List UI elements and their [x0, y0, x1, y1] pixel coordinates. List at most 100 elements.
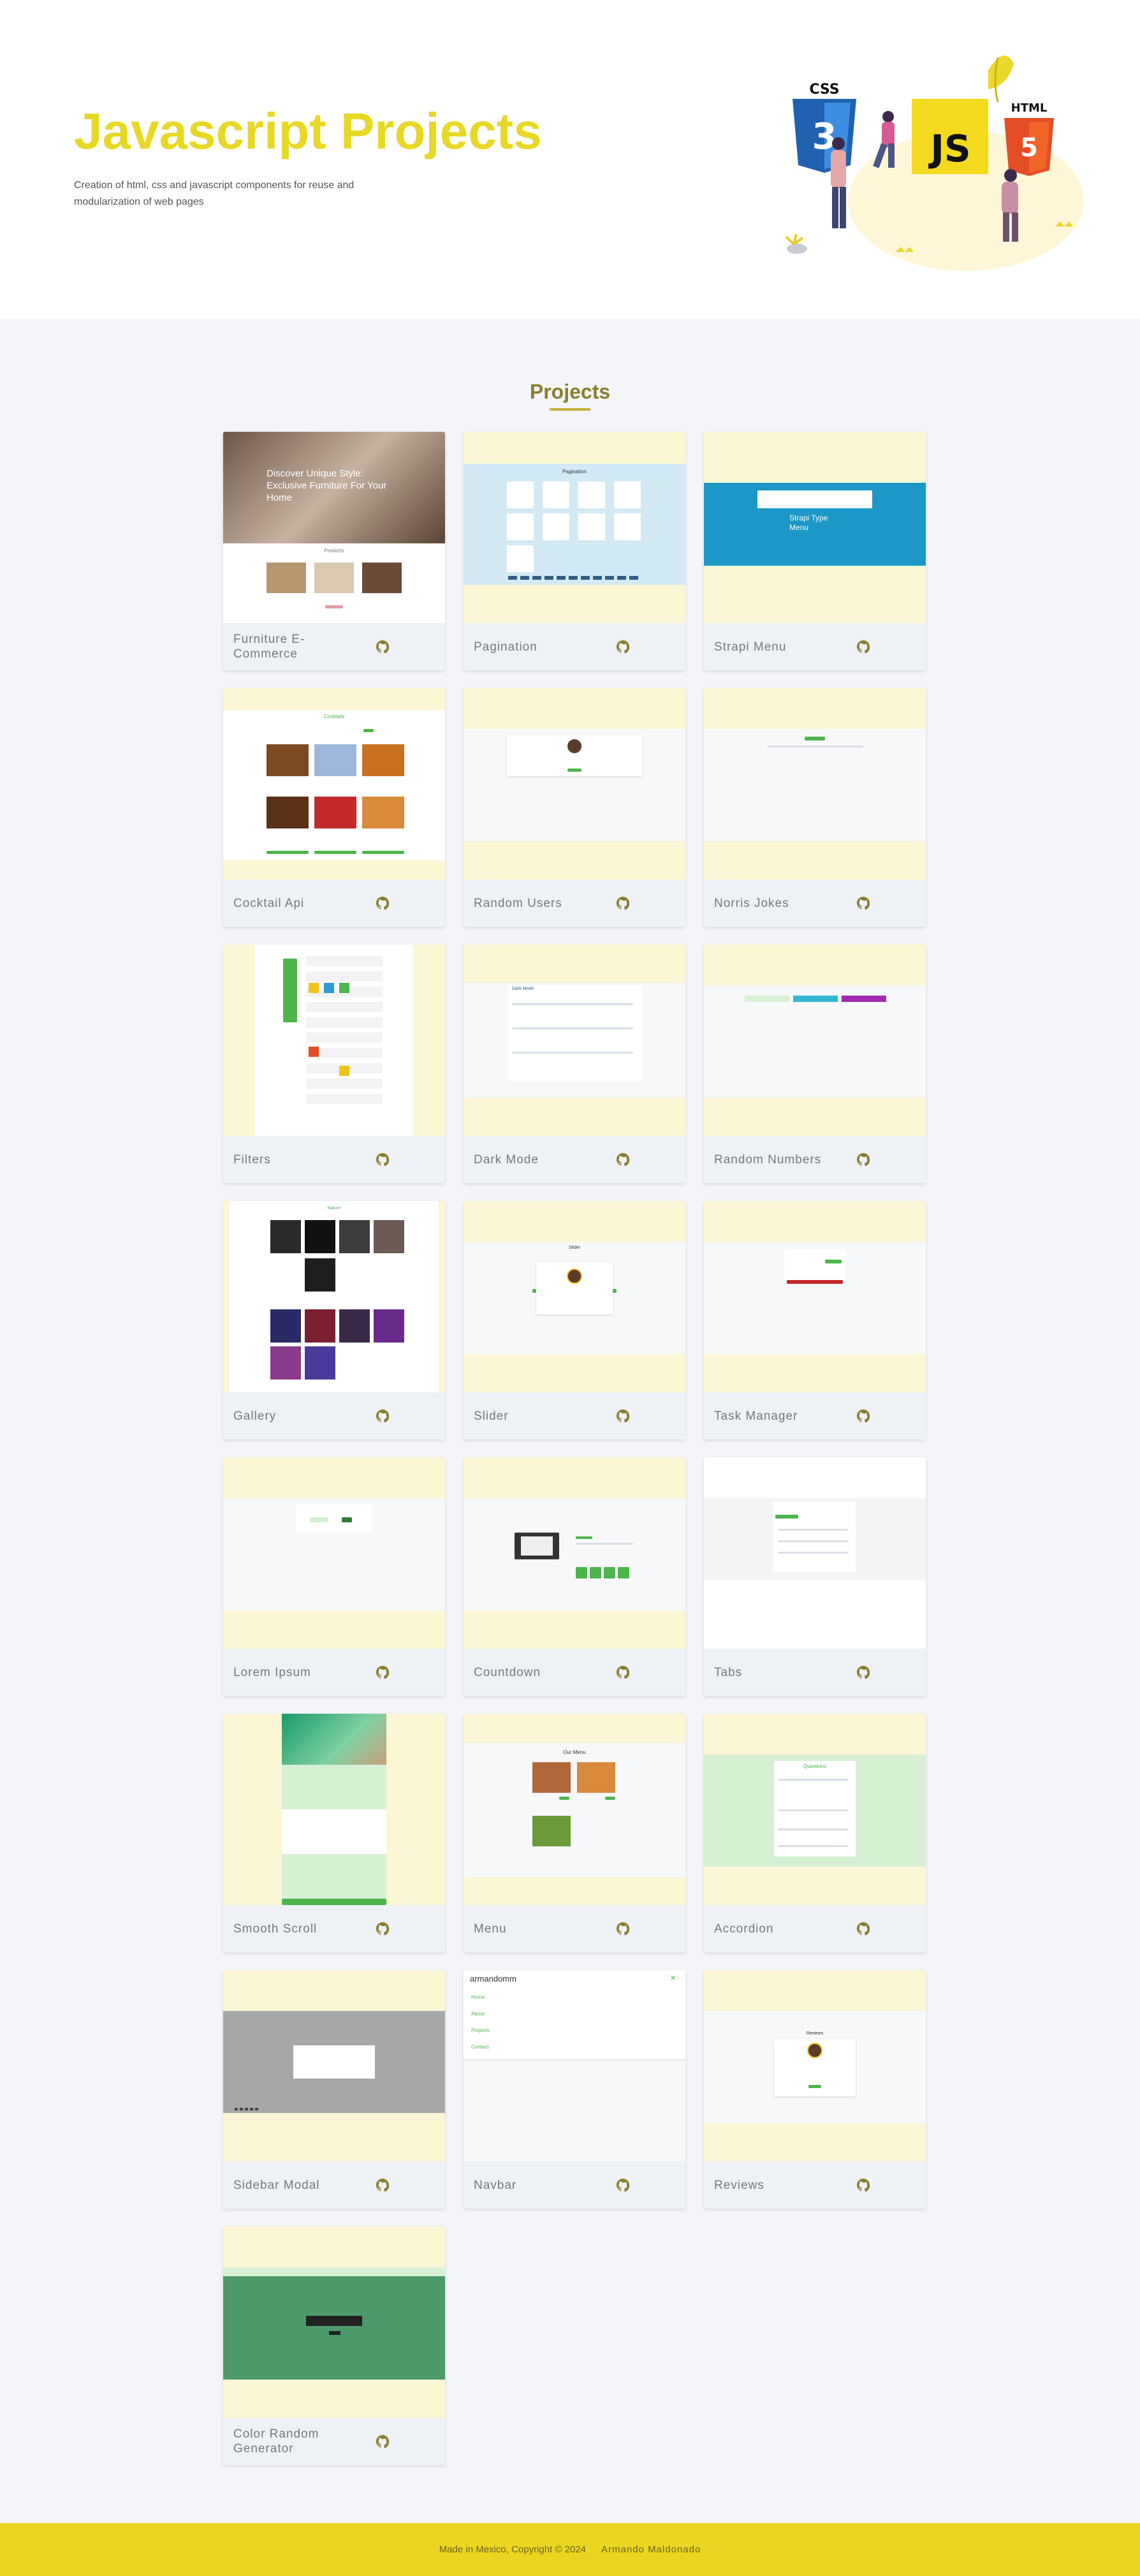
project-card[interactable]: Slider Slider — [464, 1201, 685, 1439]
project-card[interactable]: Cocktails Cocktail Api — [223, 688, 445, 927]
footer-content: Made in Mexico, Copyright © 2024 Armando… — [0, 2523, 1140, 2576]
project-thumbnail[interactable] — [704, 945, 926, 1136]
copyright-text: Made in Mexico, Copyright © 2024 — [439, 2544, 587, 2555]
hero-illustration: 3 CSS JS 5 HTML — [785, 55, 1084, 271]
card-footer: Navbar — [464, 2161, 685, 2209]
thumbnail-link: Home — [471, 1994, 485, 2000]
github-icon[interactable] — [376, 640, 389, 653]
project-card[interactable]: Sidebar Modal — [223, 1970, 445, 2209]
projects-section: Projects Discover Unique Style: Exclusiv… — [0, 319, 1140, 2523]
github-icon[interactable] — [857, 640, 870, 653]
card-footer: Slider — [464, 1392, 685, 1439]
github-icon[interactable] — [857, 1153, 870, 1166]
card-footer: Countdown — [464, 1649, 685, 1696]
github-icon[interactable] — [617, 1409, 629, 1422]
project-thumbnail[interactable]: Discover Unique Style: Exclusive Furnitu… — [223, 432, 445, 623]
github-icon[interactable] — [617, 1153, 629, 1166]
project-card[interactable]: Task Manager — [704, 1201, 926, 1439]
project-title: Cocktail Api — [233, 896, 305, 910]
card-footer: Task Manager — [704, 1392, 926, 1439]
project-thumbnail[interactable] — [223, 1970, 445, 2161]
project-title: Navbar — [474, 2178, 517, 2192]
thumbnail-link: Contact — [471, 2044, 489, 2050]
thumbnail-subheading: Products — [324, 548, 344, 554]
project-thumbnail[interactable] — [223, 945, 445, 1136]
project-thumbnail[interactable]: Slider — [464, 1201, 685, 1392]
project-card[interactable]: Pagination Pagination — [464, 432, 685, 670]
thumbnail-link: About — [471, 2011, 485, 2017]
card-footer: Cocktail Api — [223, 880, 445, 927]
project-thumbnail[interactable] — [223, 1714, 445, 1905]
project-card[interactable]: Our Menu Menu — [464, 1714, 685, 1952]
project-thumbnail[interactable] — [464, 688, 685, 880]
github-icon[interactable] — [617, 2179, 629, 2191]
github-icon[interactable] — [617, 1666, 629, 1679]
svg-text:5: 5 — [1020, 133, 1038, 163]
project-thumbnail[interactable]: Dark Mode — [464, 945, 685, 1136]
project-card[interactable]: Smooth Scroll — [223, 1714, 445, 1952]
github-icon[interactable] — [617, 897, 629, 909]
github-icon[interactable] — [376, 1922, 389, 1935]
project-card[interactable]: Random Users — [464, 688, 685, 927]
project-title: Lorem Ipsum — [233, 1665, 311, 1679]
project-title: Accordion — [714, 1922, 774, 1936]
project-card[interactable]: Nature Gallery — [223, 1201, 445, 1439]
github-icon[interactable] — [617, 1922, 629, 1935]
project-thumbnail[interactable]: Pagination — [464, 432, 685, 623]
project-title: Filters — [233, 1152, 271, 1167]
github-icon[interactable] — [376, 1153, 389, 1166]
thumbnail-headline: armandomm — [470, 1974, 516, 1984]
github-icon[interactable] — [617, 640, 629, 653]
project-thumbnail[interactable]: Cocktails — [223, 688, 445, 880]
project-card[interactable]: Dark Mode Dark Mode — [464, 945, 685, 1183]
projects-heading: Projects — [529, 380, 611, 403]
github-icon[interactable] — [376, 2435, 389, 2448]
project-thumbnail[interactable] — [704, 1201, 926, 1392]
svg-text:CSS: CSS — [809, 82, 839, 98]
github-icon[interactable] — [857, 897, 870, 909]
card-footer: Filters — [223, 1136, 445, 1183]
project-thumbnail[interactable] — [464, 1457, 685, 1649]
project-card[interactable]: Strapi Type Menu Strapi Menu — [704, 432, 926, 670]
project-card[interactable]: Norris Jokes — [704, 688, 926, 927]
project-thumbnail[interactable]: Questions — [704, 1714, 926, 1905]
github-icon[interactable] — [857, 1922, 870, 1935]
project-thumbnail[interactable]: Strapi Type Menu — [704, 432, 926, 623]
project-card[interactable]: Discover Unique Style: Exclusive Furnitu… — [223, 432, 445, 670]
author-link[interactable]: Armando Maldonado — [601, 2544, 701, 2555]
card-footer: Tabs — [704, 1649, 926, 1696]
project-card[interactable]: Countdown — [464, 1457, 685, 1696]
project-thumbnail[interactable] — [704, 1457, 926, 1649]
project-thumbnail[interactable]: Our Menu — [464, 1714, 685, 1905]
project-thumbnail[interactable]: Nature — [223, 1201, 445, 1392]
card-footer: Random Numbers — [704, 1136, 926, 1183]
project-card[interactable]: Tabs — [704, 1457, 926, 1696]
project-card[interactable]: Reviews Reviews — [704, 1970, 926, 2209]
html-logo: 5 HTML — [1004, 101, 1054, 176]
project-thumbnail[interactable] — [223, 2226, 445, 2418]
project-card[interactable]: armandomm Home About Projects Contact ✕ … — [464, 1970, 685, 2209]
project-title: Slider — [474, 1409, 509, 1423]
card-footer: Norris Jokes — [704, 880, 926, 927]
project-title: Countdown — [474, 1665, 541, 1679]
project-card[interactable]: Color Random Generator — [223, 2226, 445, 2465]
github-icon[interactable] — [857, 1666, 870, 1679]
github-icon[interactable] — [857, 2179, 870, 2191]
project-title: Color Random Generator — [233, 2427, 319, 2455]
github-icon[interactable] — [857, 1409, 870, 1422]
card-footer: Pagination — [464, 623, 685, 670]
project-thumbnail[interactable]: armandomm Home About Projects Contact ✕ — [464, 1970, 685, 2161]
github-icon[interactable] — [376, 2179, 389, 2191]
project-card[interactable]: Questions Accordion — [704, 1714, 926, 1952]
github-icon[interactable] — [376, 897, 389, 909]
project-card[interactable]: Filters — [223, 945, 445, 1183]
card-footer: Reviews — [704, 2161, 926, 2209]
github-icon[interactable] — [376, 1409, 389, 1422]
project-card[interactable]: Random Numbers — [704, 945, 926, 1183]
project-title: Gallery — [233, 1409, 277, 1423]
project-thumbnail[interactable] — [704, 688, 926, 880]
project-thumbnail[interactable]: Reviews — [704, 1970, 926, 2161]
project-card[interactable]: Lorem Ipsum — [223, 1457, 445, 1696]
github-icon[interactable] — [376, 1666, 389, 1679]
project-thumbnail[interactable] — [223, 1457, 445, 1649]
